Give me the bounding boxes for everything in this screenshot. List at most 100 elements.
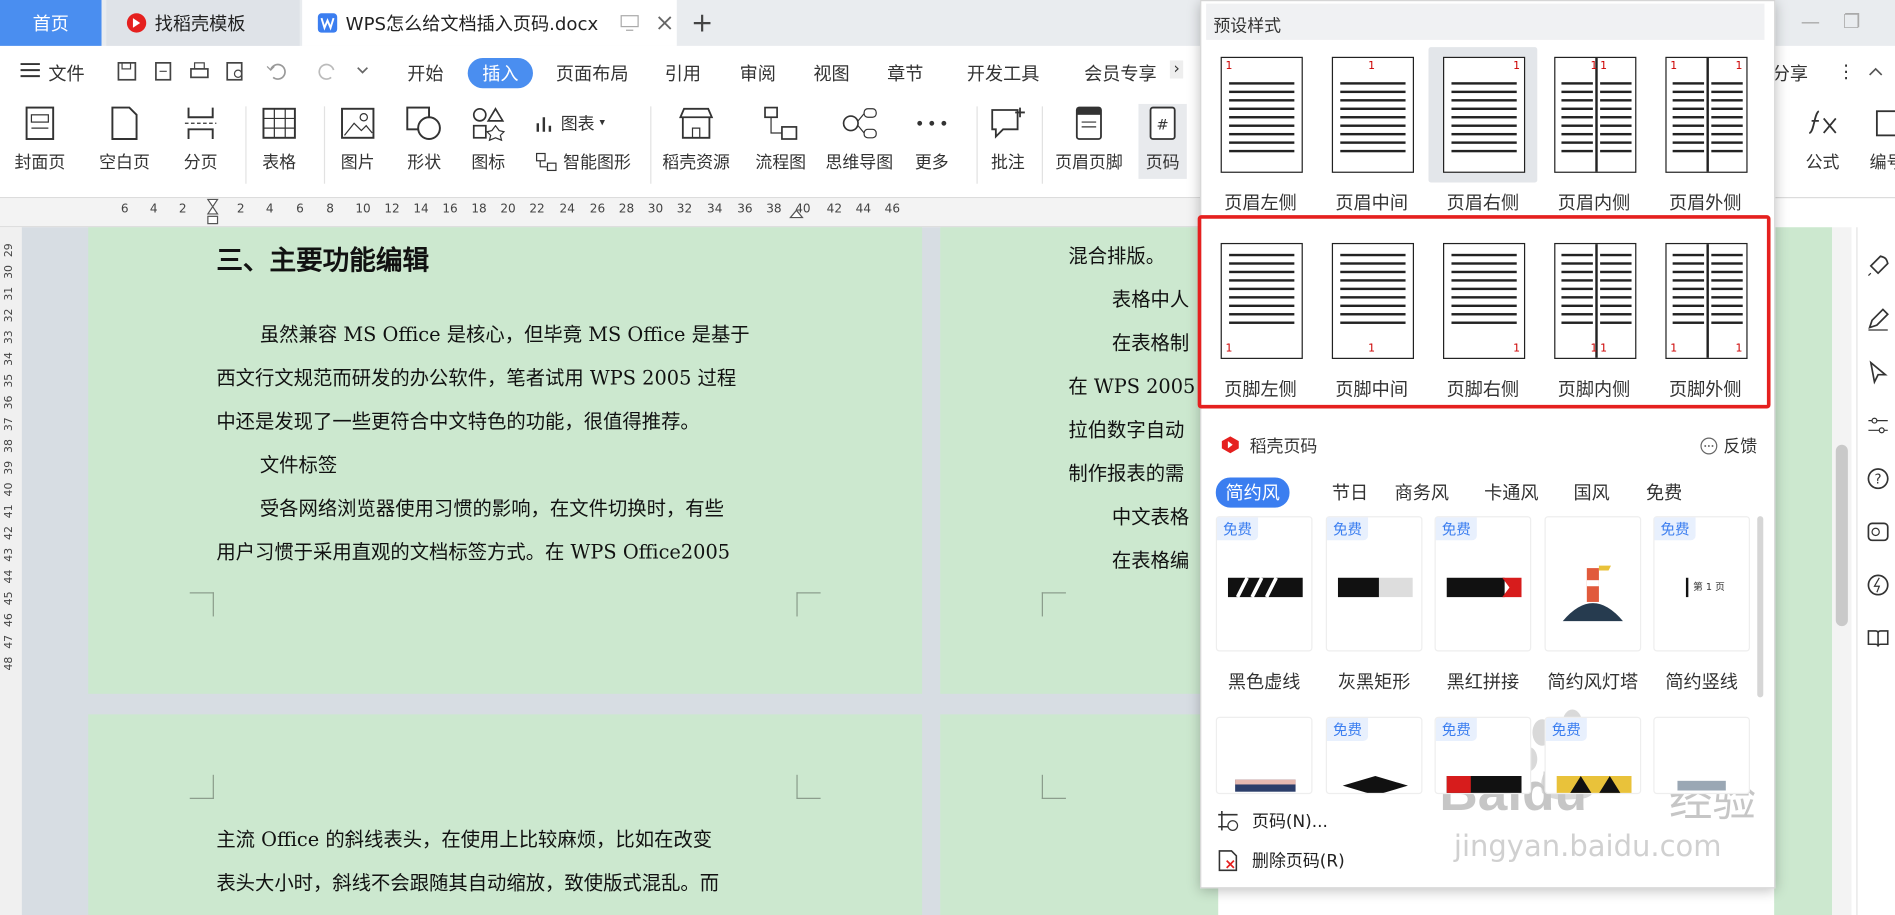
menu-file[interactable]: 文件 — [48, 60, 84, 85]
page-number-style-card[interactable]: 免费 — [1325, 716, 1423, 795]
header-inner-preset[interactable]: 1 1 页眉内侧 — [1540, 47, 1649, 228]
restore-icon[interactable]: ❐ — [1843, 10, 1860, 33]
page-number-style-card[interactable]: 免费 — [1215, 516, 1313, 652]
category-tab[interactable]: 商务风 — [1385, 477, 1459, 507]
document-canvas[interactable]: 三、主要功能编辑 虽然兼容 MS Office 是核心，但毕竟 MS Offic… — [21, 227, 1219, 915]
horizontal-ruler[interactable]: 6 4 2 2 4 6 8 10 12 14 16 18 20 22 24 26 28 30 32 34 36 38 40 4… — [0, 198, 1203, 228]
scrollbar-thumb[interactable] — [1835, 444, 1848, 627]
chevron-down-icon[interactable] — [355, 63, 370, 78]
header-footer-button[interactable]: 页眉页脚 — [1055, 104, 1123, 174]
hamburger-icon[interactable] — [19, 62, 41, 79]
category-tab[interactable]: 卡通风 — [1474, 477, 1548, 507]
page-upper-left[interactable]: 三、主要功能编辑 虽然兼容 MS Office 是核心，但毕竟 MS Offic… — [88, 227, 923, 694]
tab-document[interactable]: WPS怎么给文档插入页码.docx — [302, 0, 677, 46]
header-right-preset[interactable]: 1 页眉右侧 — [1428, 47, 1538, 228]
print-icon[interactable] — [189, 60, 211, 82]
menu-developer[interactable]: 开发工具 — [967, 60, 1040, 85]
more-menu-chevron-icon[interactable]: › — [1169, 60, 1184, 79]
indent-marker[interactable] — [206, 198, 219, 227]
screen-icon[interactable] — [620, 15, 639, 32]
mindmap-button[interactable]: 思维导图 — [825, 104, 893, 174]
category-tab[interactable]: 国风 — [1564, 477, 1620, 507]
page-number-style-card[interactable]: 免费 — [1325, 516, 1423, 652]
close-icon[interactable] — [656, 15, 673, 32]
right-indent-marker[interactable] — [789, 201, 804, 225]
page-number-style-card[interactable] — [1653, 716, 1750, 795]
table-button[interactable]: 表格 — [260, 104, 299, 174]
smart-art-button[interactable]: 智能图形 — [534, 150, 631, 174]
menu-chapter[interactable]: 章节 — [887, 60, 923, 85]
more-button[interactable]: 更多 — [912, 104, 951, 174]
header-center-preset[interactable]: 1 页眉中间 — [1317, 47, 1426, 228]
save-icon[interactable] — [116, 60, 138, 82]
category-tab[interactable]: 免费 — [1636, 477, 1692, 507]
preset-label: 页眉内侧 — [1557, 192, 1631, 214]
picture-button[interactable]: 图片 — [338, 104, 377, 174]
header-outer-preset[interactable]: 1 1 页眉外侧 — [1651, 47, 1760, 228]
comment-button[interactable]: 批注 — [989, 104, 1028, 174]
collapse-ribbon-icon[interactable] — [1867, 64, 1884, 79]
category-tab[interactable]: 节日 — [1322, 477, 1378, 507]
delete-page-number-item[interactable]: 删除页码(R) — [1216, 849, 1345, 873]
docer-resource-button[interactable]: 稻壳资源 — [662, 104, 730, 174]
paragraph-line: 拉伯数字自动 — [1068, 418, 1185, 442]
print-preview-icon[interactable] — [225, 60, 247, 82]
page-break-button[interactable]: 分页 — [181, 104, 220, 174]
feedback-button[interactable]: 反馈 — [1699, 434, 1757, 458]
blank-page-button[interactable]: 空白页 — [99, 104, 150, 174]
category-tab[interactable]: 简约风 — [1215, 477, 1290, 508]
menu-insert[interactable]: 插入 — [467, 58, 533, 89]
menu-reference[interactable]: 引用 — [665, 60, 701, 85]
redo-icon[interactable] — [317, 60, 339, 82]
minimize-icon[interactable]: — — [1801, 10, 1820, 33]
rocket-icon[interactable] — [1866, 254, 1890, 278]
flowchart-button[interactable]: 流程图 — [755, 104, 806, 174]
page-number-style-card[interactable] — [1544, 516, 1642, 652]
text-line — [1561, 132, 1593, 135]
table-label: 表格 — [262, 153, 297, 173]
new-tab-button[interactable]: + — [679, 0, 725, 46]
page-number-style-card[interactable]: 免费第 1 页 — [1653, 516, 1750, 652]
page-number-style-card[interactable] — [1215, 716, 1313, 795]
menu-view[interactable]: 视图 — [813, 60, 849, 85]
text-line — [1600, 107, 1632, 110]
cover-page-button[interactable]: 封面页 — [15, 104, 65, 174]
header-left-preset[interactable]: 1 页眉左侧 — [1206, 47, 1315, 228]
chart-button[interactable]: 图表 ▾ — [534, 111, 605, 135]
text-line — [1672, 141, 1705, 144]
flowchart-label: 流程图 — [755, 153, 807, 173]
lightning-icon[interactable] — [1866, 573, 1890, 597]
popup-scrollbar[interactable] — [1757, 516, 1764, 698]
page-number-style-card[interactable]: 免费 — [1434, 716, 1532, 795]
book-icon[interactable] — [1866, 626, 1890, 650]
sliders-icon[interactable] — [1866, 413, 1890, 437]
formula-button[interactable]: 公式 — [1803, 104, 1842, 174]
tab-home[interactable]: 首页 — [0, 0, 102, 46]
menu-member[interactable]: 会员专享 — [1084, 60, 1157, 85]
menu-review[interactable]: 审阅 — [740, 60, 776, 85]
cursor-icon[interactable] — [1866, 360, 1890, 385]
share-button[interactable]: 分享 — [1772, 60, 1808, 85]
image-tool-icon[interactable] — [1866, 520, 1890, 544]
tab-templates[interactable]: 找稻壳模板 — [106, 0, 300, 46]
page-upper-right[interactable]: 混合排版。 表格中人 在表格制 在 WPS 2005 拉伯数字自动 制作报表的需… — [940, 227, 1219, 694]
shape-button[interactable]: 形状 — [405, 104, 444, 174]
menu-start[interactable]: 开始 — [407, 60, 443, 85]
page-number-button[interactable]: # 页码 — [1138, 103, 1187, 179]
undo-icon[interactable] — [266, 60, 288, 82]
text-line — [1451, 132, 1517, 135]
export-pdf-icon[interactable] — [152, 60, 174, 82]
page-number-style-card[interactable]: 免费 — [1434, 516, 1532, 652]
pen-icon[interactable] — [1866, 307, 1890, 331]
page-lower-left[interactable]: 主流 Office 的斜线表头，在使用上比较麻烦，比如在改变 表头大小时，斜线不… — [88, 714, 923, 915]
page-number-settings-item[interactable]: 页码(N)... — [1216, 809, 1328, 833]
icon-library-button[interactable]: 图标 — [469, 104, 508, 174]
help-icon[interactable]: ? — [1866, 467, 1890, 491]
vertical-scrollbar[interactable] — [1832, 227, 1852, 915]
more-options-icon[interactable]: ⋮ — [1837, 60, 1856, 82]
page-number-style-card[interactable]: 免费 — [1544, 716, 1642, 795]
header-footer-icon — [1070, 104, 1109, 143]
page-lower-right[interactable] — [940, 714, 1219, 915]
menu-page-layout[interactable]: 页面布局 — [556, 60, 629, 85]
numbering-button[interactable]: 编号 — [1867, 104, 1895, 174]
